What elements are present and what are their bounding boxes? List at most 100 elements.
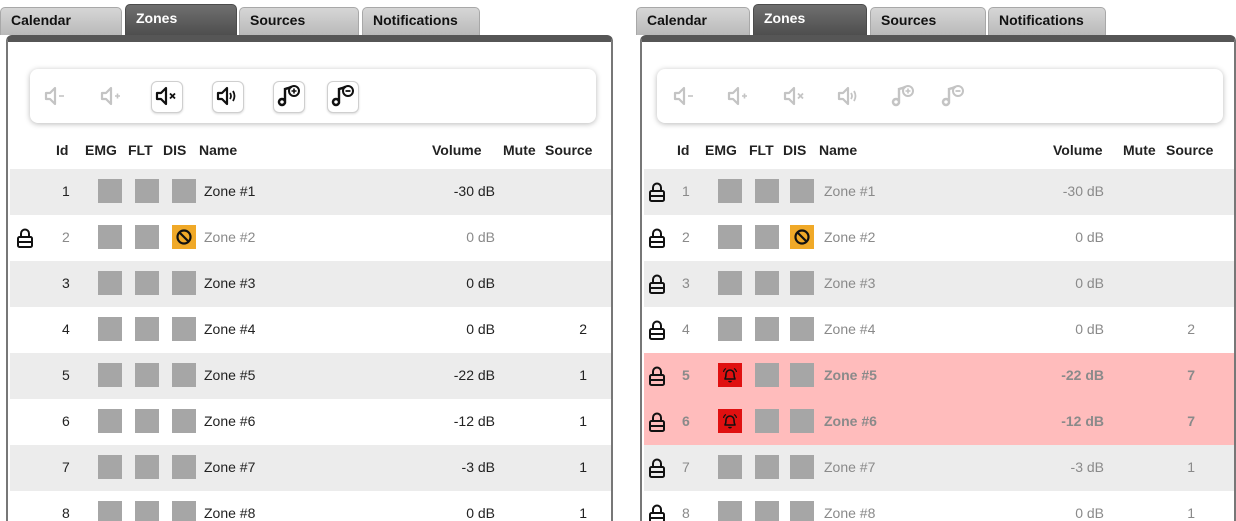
remove-source-button[interactable] [937,81,969,113]
zone-source: 2 [1187,321,1195,337]
emg-indicator [98,317,122,341]
table-row[interactable]: 4 Zone #4 0 dB 2 [644,307,1234,353]
emg-indicator [718,179,742,203]
zone-source: 7 [1187,367,1195,383]
table-row[interactable]: 3 Zone #3 0 dB [10,261,611,307]
flt-indicator [135,225,159,249]
zone-volume: -30 dB [453,183,495,199]
tab-sources[interactable]: Sources [870,7,986,35]
zone-id: 1 [682,183,690,199]
table-row[interactable]: 2 Zone #2 0 dB [10,215,611,261]
tab-notifications[interactable]: Notifications [362,7,480,35]
flt-indicator [755,271,779,295]
zones-frame: Id EMG FLT DIS Name Volume Mute Source 1… [6,35,613,521]
table-row[interactable]: 8 Zone #8 0 dB 1 [644,491,1234,521]
add-source-button[interactable] [273,81,305,113]
col-flt: FLT [128,142,153,158]
emg-indicator [98,409,122,433]
lock-icon [648,227,666,249]
table-row[interactable]: 1 Zone #1 -30 dB [644,169,1234,215]
flt-indicator [135,363,159,387]
dis-indicator [790,409,814,433]
zone-id: 2 [62,229,70,245]
table-row[interactable]: 1 Zone #1 -30 dB [10,169,611,215]
zone-id: 8 [62,505,70,521]
table-row[interactable]: 2 Zone #2 0 dB [644,215,1234,261]
table-row[interactable]: 8 Zone #8 0 dB 1 [10,491,611,521]
flt-indicator [755,363,779,387]
zone-source: 7 [1187,413,1195,429]
emg-indicator [718,271,742,295]
table-row[interactable]: 3 Zone #3 0 dB [644,261,1234,307]
table-row[interactable]: 4 Zone #4 0 dB 2 [10,307,611,353]
dis-indicator [172,225,196,249]
lock-icon [648,273,666,295]
zone-volume: -3 dB [1070,459,1104,475]
emg-indicator [718,363,742,387]
volume-down-button[interactable] [40,81,72,113]
dis-indicator [790,317,814,341]
zone-source: 1 [1187,505,1195,521]
zone-id: 6 [62,413,70,429]
add-source-button[interactable] [887,81,919,113]
zone-source: 2 [579,321,587,337]
dis-indicator [790,225,814,249]
emg-indicator [98,179,122,203]
emg-indicator [718,501,742,521]
emg-indicator [98,225,122,249]
mute-button[interactable] [151,81,183,113]
add-source-icon [890,83,916,112]
zone-id: 7 [62,459,70,475]
table-row[interactable]: 7 Zone #7 -3 dB 1 [644,445,1234,491]
col-volume: Volume [1053,142,1103,158]
flt-indicator [755,501,779,521]
table-row[interactable]: 5 Zone #5 -22 dB 1 [10,353,611,399]
dis-indicator [172,409,196,433]
dis-indicator [172,317,196,341]
tab-sources[interactable]: Sources [239,7,359,35]
table-row[interactable]: 6 Zone #6 -12 dB 1 [10,399,611,445]
col-name: Name [199,142,238,158]
dis-indicator [790,179,814,203]
zone-source: 1 [579,367,587,383]
dis-indicator [172,455,196,479]
zone-name: Zone #3 [824,275,876,291]
unmute-icon [836,83,862,112]
volume-up-button[interactable] [96,81,128,113]
col-emg: EMG [85,142,117,158]
add-source-icon [276,83,302,112]
zone-name: Zone #8 [824,505,876,521]
lock-icon [648,319,666,341]
zones-frame: Id EMG FLT DIS Name Volume Mute Source 1… [640,35,1236,521]
zone-volume: 0 dB [1075,275,1104,291]
zone-id: 7 [682,459,690,475]
dis-indicator [790,455,814,479]
zone-id: 5 [62,367,70,383]
tab-notifications[interactable]: Notifications [988,7,1106,35]
unmute-button[interactable] [833,81,865,113]
zone-volume: 0 dB [1075,321,1104,337]
tab-bar: Calendar Sources Notifications Zones [0,0,613,37]
volume-down-icon [43,83,69,112]
table-row[interactable]: 6 Zone #6 -12 dB 7 [644,399,1234,445]
tab-calendar[interactable]: Calendar [0,7,122,35]
remove-source-button[interactable] [327,81,359,113]
volume-down-button[interactable] [669,81,701,113]
zone-toolbar [30,69,596,123]
zone-name: Zone #4 [824,321,876,337]
unmute-button[interactable] [212,81,244,113]
zone-name: Zone #2 [204,229,256,245]
col-dis: DIS [163,142,187,158]
zone-source: 1 [579,459,587,475]
flt-indicator [755,409,779,433]
volume-up-button[interactable] [723,81,755,113]
table-row[interactable]: 5 Zone #5 -22 dB 7 [644,353,1234,399]
mute-button[interactable] [779,81,811,113]
tab-zones[interactable]: Zones [753,4,867,37]
flt-indicator [135,271,159,295]
table-row[interactable]: 7 Zone #7 -3 dB 1 [10,445,611,491]
tab-calendar[interactable]: Calendar [636,7,750,35]
lock-icon [16,227,34,249]
tab-zones[interactable]: Zones [125,4,237,37]
emg-indicator [98,501,122,521]
